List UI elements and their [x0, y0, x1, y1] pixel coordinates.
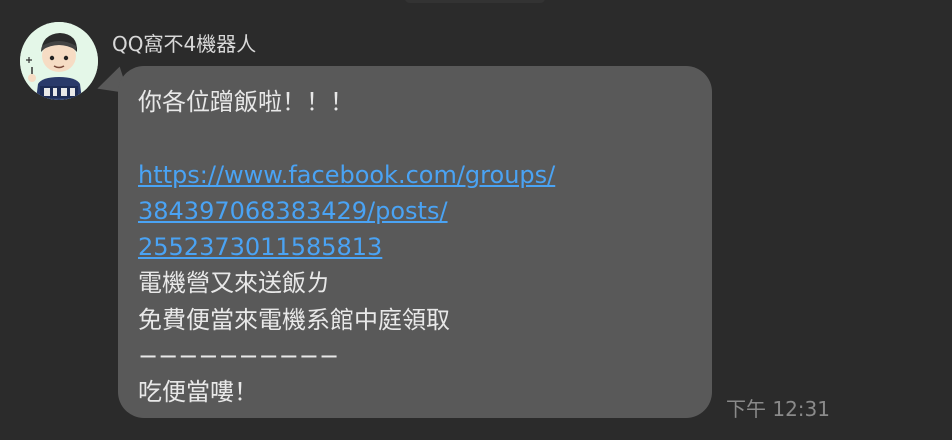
sender-name: QQ窩不4機器人: [112, 32, 257, 56]
message-line: 電機營又來送飯ㄌ: [138, 269, 330, 298]
previous-message-edge: [405, 0, 545, 3]
message-timestamp: 下午 12:31: [726, 397, 830, 421]
message-link-line[interactable]: https://www.facebook.com/groups/: [138, 157, 698, 193]
message-text: 你各位蹭飯啦！！！ https://www.facebook.com/group…: [138, 84, 698, 411]
message-line: 你各位蹭飯啦！！！: [138, 88, 354, 116]
facebook-link-part-2[interactable]: 384397068383429/posts/: [138, 197, 448, 225]
message-divider-line: −−−−−−−−−−: [138, 342, 340, 371]
cartoon-boy-avatar-icon: [20, 22, 98, 100]
sender-avatar[interactable]: [20, 22, 98, 100]
facebook-link-part-3[interactable]: 2552373011585813: [138, 233, 382, 261]
message-link-line[interactable]: 384397068383429/posts/: [138, 193, 698, 229]
message-line: 吃便當嘍！: [138, 378, 258, 407]
message-link-line[interactable]: 2552373011585813: [138, 229, 698, 265]
message-line: 免費便當來電機系館中庭領取: [138, 305, 450, 334]
message-bubble[interactable]: 你各位蹭飯啦！！！ https://www.facebook.com/group…: [118, 66, 712, 418]
facebook-link-part-1[interactable]: https://www.facebook.com/groups/: [138, 161, 555, 189]
